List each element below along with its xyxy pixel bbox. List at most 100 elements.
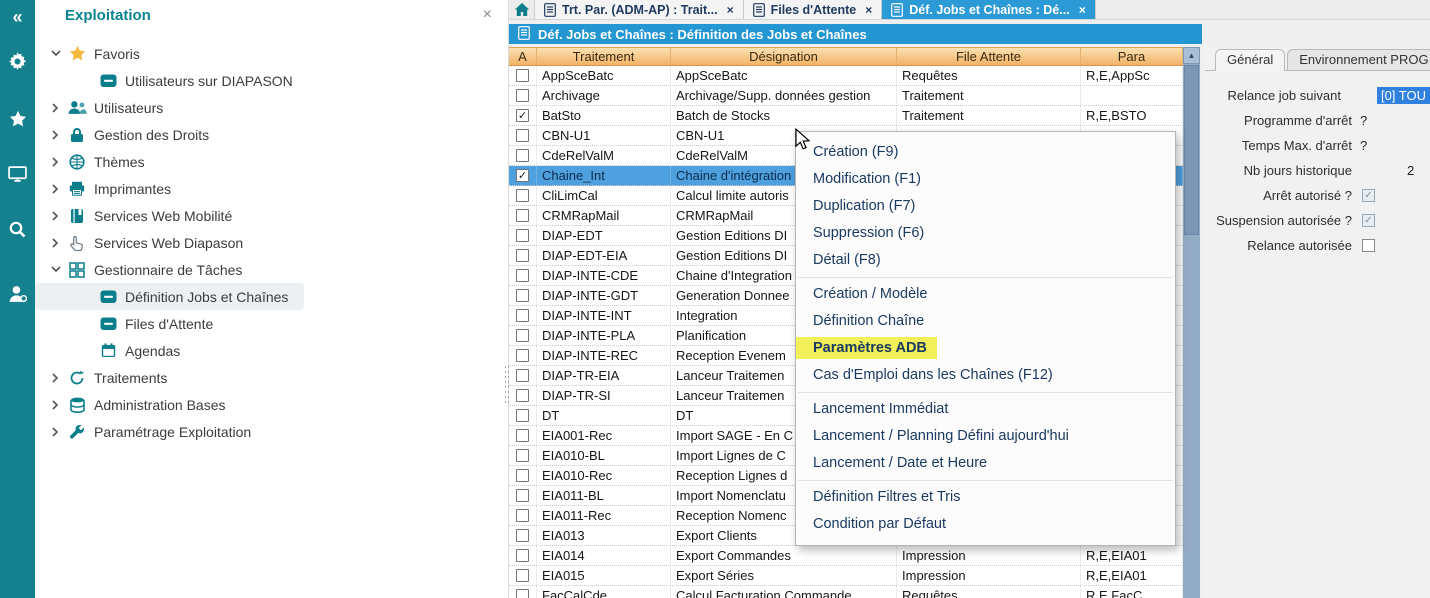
- chevron-right-icon[interactable]: [47, 130, 64, 140]
- row-checkbox[interactable]: [516, 89, 529, 102]
- row-checkbox[interactable]: [516, 429, 529, 442]
- field-checkbox[interactable]: ✓: [1362, 214, 1375, 227]
- row-checkbox[interactable]: [516, 229, 529, 242]
- chevron-right-icon[interactable]: [47, 211, 64, 221]
- chevron-right-icon[interactable]: [47, 427, 64, 437]
- chevron-down-icon[interactable]: [47, 266, 64, 273]
- sidebar-close-icon[interactable]: ×: [483, 6, 492, 24]
- sidebar-item[interactable]: Administration Bases: [35, 391, 508, 418]
- row-checkbox[interactable]: ✓: [516, 109, 529, 122]
- row-checkbox[interactable]: [516, 69, 529, 82]
- chevron-right-icon[interactable]: [47, 373, 64, 383]
- row-checkbox[interactable]: [516, 289, 529, 302]
- chevron-right-icon[interactable]: [47, 184, 64, 194]
- column-header-check[interactable]: A: [509, 48, 537, 65]
- table-row[interactable]: FacCalCdeCalcul Facturation CommandeRequ…: [509, 586, 1183, 598]
- row-checkbox[interactable]: [516, 509, 529, 522]
- tab-close-icon[interactable]: ×: [865, 3, 872, 17]
- sidebar-item[interactable]: Gestion des Droits: [35, 121, 508, 148]
- menu-item[interactable]: Lancement / Date et Heure: [796, 450, 1175, 477]
- sidebar-item[interactable]: Utilisateurs: [35, 94, 508, 121]
- field-value[interactable]: [0] TOU: [1377, 87, 1430, 104]
- menu-item[interactable]: Création (F9): [796, 139, 1175, 166]
- menu-item[interactable]: Définition Chaîne: [796, 308, 1175, 335]
- row-checkbox[interactable]: [516, 549, 529, 562]
- home-icon[interactable]: [509, 0, 535, 19]
- field-checkbox[interactable]: [1362, 239, 1375, 252]
- sidebar-item[interactable]: Services Web Diapason: [35, 229, 508, 256]
- row-checkbox[interactable]: [516, 389, 529, 402]
- tab-close-icon[interactable]: ×: [727, 3, 734, 17]
- column-header-traitement[interactable]: Traitement: [537, 48, 671, 65]
- row-checkbox[interactable]: [516, 589, 529, 598]
- chevron-right-icon[interactable]: [47, 238, 64, 248]
- row-checkbox[interactable]: [516, 329, 529, 342]
- table-row[interactable]: ✓BatStoBatch de StocksTraitementR,E,BSTO: [509, 106, 1183, 126]
- panel-tab[interactable]: Général: [1215, 49, 1285, 71]
- menu-item[interactable]: Suppression (F6): [796, 220, 1175, 247]
- monitor-icon[interactable]: [0, 159, 35, 189]
- chevron-right-icon[interactable]: [47, 157, 64, 167]
- sidebar-item[interactable]: Définition Jobs et Chaînes: [35, 283, 304, 310]
- vertical-scrollbar[interactable]: ▲: [1183, 47, 1200, 598]
- menu-item[interactable]: Définition Filtres et Tris: [796, 484, 1175, 511]
- table-row[interactable]: AppSceBatcAppSceBatcRequêtesR,E,AppSc: [509, 66, 1183, 86]
- sidebar-item[interactable]: Favoris: [35, 40, 508, 67]
- menu-item[interactable]: Paramètres ADB: [796, 335, 1175, 362]
- menu-item[interactable]: Condition par Défaut: [796, 511, 1175, 538]
- column-header-dsignation[interactable]: Désignation: [671, 48, 897, 65]
- chevron-right-icon[interactable]: [47, 400, 64, 410]
- table-row[interactable]: EIA015Export SériesImpressionR,E,EIA01: [509, 566, 1183, 586]
- collapse-sidebar-icon[interactable]: «: [0, 2, 35, 32]
- row-checkbox[interactable]: [516, 489, 529, 502]
- column-header-para[interactable]: Para: [1081, 48, 1183, 65]
- row-checkbox[interactable]: [516, 449, 529, 462]
- row-checkbox[interactable]: [516, 209, 529, 222]
- menu-item[interactable]: Cas d'Emploi dans les Chaînes (F12): [796, 362, 1175, 389]
- star-icon[interactable]: [0, 104, 35, 134]
- row-checkbox[interactable]: [516, 249, 529, 262]
- row-checkbox[interactable]: ✓: [516, 169, 529, 182]
- table-row[interactable]: ArchivageArchivage/Supp. données gestion…: [509, 86, 1183, 106]
- chevron-down-icon[interactable]: [47, 50, 64, 57]
- tab-1[interactable]: Trt. Par. (ADM-AP) : Trait...×: [535, 0, 744, 19]
- sidebar-item[interactable]: Imprimantes: [35, 175, 508, 202]
- row-checkbox[interactable]: [516, 309, 529, 322]
- row-checkbox[interactable]: [516, 129, 529, 142]
- gear-icon[interactable]: [0, 46, 35, 76]
- row-checkbox[interactable]: [516, 409, 529, 422]
- column-header-fileattente[interactable]: File Attente: [897, 48, 1081, 65]
- row-checkbox[interactable]: [516, 149, 529, 162]
- row-checkbox[interactable]: [516, 269, 529, 282]
- menu-item[interactable]: Détail (F8): [796, 247, 1175, 274]
- sidebar-item[interactable]: Traitements: [35, 364, 508, 391]
- row-checkbox[interactable]: [516, 529, 529, 542]
- scrollbar-thumb[interactable]: [1184, 65, 1199, 235]
- scroll-up-icon[interactable]: ▲: [1183, 47, 1200, 64]
- chevron-right-icon[interactable]: [47, 103, 64, 113]
- row-checkbox[interactable]: [516, 349, 529, 362]
- menu-item[interactable]: Création / Modèle: [796, 281, 1175, 308]
- sidebar-item[interactable]: Services Web Mobilité: [35, 202, 508, 229]
- panel-tab[interactable]: Environnement PROG: [1287, 49, 1430, 70]
- sidebar-splitter[interactable]: [504, 0, 511, 598]
- sidebar-item[interactable]: Gestionnaire de Tâches: [35, 256, 508, 283]
- user-icon[interactable]: [0, 279, 35, 309]
- sidebar-item[interactable]: Agendas: [35, 337, 508, 364]
- menu-item[interactable]: Lancement Immédiat: [796, 396, 1175, 423]
- row-checkbox[interactable]: [516, 469, 529, 482]
- sidebar-item[interactable]: Thèmes: [35, 148, 508, 175]
- field-checkbox[interactable]: ✓: [1362, 189, 1375, 202]
- sidebar-item[interactable]: Paramétrage Exploitation: [35, 418, 508, 445]
- menu-item[interactable]: Lancement / Planning Défini aujourd'hui: [796, 423, 1175, 450]
- tab-3[interactable]: Déf. Jobs et Chaînes : Dé...×: [882, 0, 1095, 19]
- table-row[interactable]: EIA014Export CommandesImpressionR,E,EIA0…: [509, 546, 1183, 566]
- tab-close-icon[interactable]: ×: [1079, 3, 1086, 17]
- sidebar-item[interactable]: Files d'Attente: [35, 310, 508, 337]
- search-icon[interactable]: [0, 214, 35, 244]
- sidebar-item[interactable]: Utilisateurs sur DIAPASON: [35, 67, 508, 94]
- row-checkbox[interactable]: [516, 369, 529, 382]
- menu-item[interactable]: Modification (F1): [796, 166, 1175, 193]
- menu-item[interactable]: Duplication (F7): [796, 193, 1175, 220]
- tab-2[interactable]: Files d'Attente×: [744, 0, 883, 19]
